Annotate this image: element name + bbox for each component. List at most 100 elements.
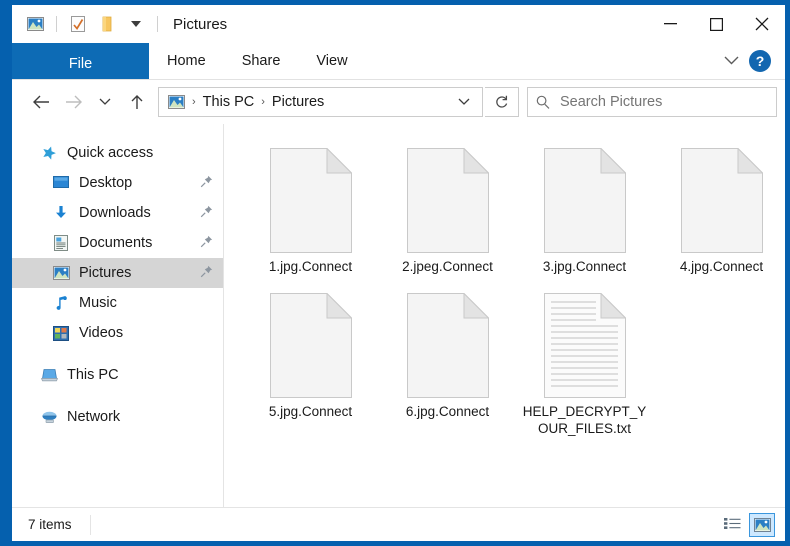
tab-view[interactable]: View (298, 43, 365, 79)
explorer-window: Pictures File Home Share View ? › This P… (0, 0, 790, 546)
file-item[interactable]: 2.jpeg.Connect (379, 138, 516, 275)
customize-dropdown-icon[interactable] (125, 13, 147, 35)
search-input[interactable] (560, 94, 768, 110)
music-icon (52, 294, 70, 312)
text-file-icon (543, 289, 626, 401)
up-button[interactable] (122, 87, 152, 117)
recent-locations-button[interactable] (90, 87, 120, 117)
sidebar-item-pictures[interactable]: Pictures (12, 258, 223, 288)
chevron-down-icon[interactable] (724, 52, 739, 70)
blank-file-icon (680, 144, 763, 256)
large-icons-view-button[interactable] (749, 512, 775, 537)
sidebar-label: This PC (67, 367, 119, 383)
file-item[interactable]: 3.jpg.Connect (516, 138, 653, 275)
documents-icon (52, 234, 70, 252)
breadcrumb-item-this-pc[interactable]: This PC (203, 94, 255, 110)
file-name: 4.jpg.Connect (679, 259, 764, 274)
blank-file-icon (406, 289, 489, 401)
blank-file-icon (269, 289, 352, 401)
desktop-icon (52, 174, 70, 192)
sidebar-item-this-pc[interactable]: This PC (12, 360, 223, 390)
sidebar-label: Desktop (79, 175, 133, 191)
sidebar-item-documents[interactable]: Documents (12, 228, 223, 258)
sidebar-label: Videos (79, 325, 124, 341)
pictures-icon[interactable] (24, 13, 46, 35)
downloads-icon (52, 204, 70, 222)
sidebar-label: Quick access (67, 145, 154, 161)
quick-access-toolbar (12, 13, 161, 35)
refresh-button[interactable] (485, 87, 519, 117)
blank-file-icon (406, 144, 489, 256)
sidebar-gap-2 (12, 390, 223, 402)
file-name: HELP_DECRYPT_YOUR_FILES.txt (522, 404, 647, 436)
title-bar: Pictures (12, 5, 785, 43)
sidebar-label: Pictures (79, 265, 132, 281)
pin-icon[interactable] (200, 265, 213, 282)
toolbar-divider-2 (157, 16, 158, 32)
file-item[interactable]: 1.jpg.Connect (242, 138, 379, 275)
star-icon (40, 144, 58, 162)
maximize-button[interactable] (693, 5, 739, 43)
network-icon (40, 408, 58, 426)
videos-icon (52, 324, 70, 342)
pin-icon[interactable] (200, 205, 213, 222)
this-pc-icon (40, 366, 58, 384)
navigation-pane: Quick access Desktop Downloads Documents… (12, 124, 224, 507)
tab-share[interactable]: Share (224, 43, 299, 79)
window-controls (647, 5, 785, 43)
properties-icon[interactable] (67, 13, 89, 35)
ribbon-tab-bar: File Home Share View ? (12, 43, 785, 79)
breadcrumb[interactable]: › This PC › Pictures (158, 87, 483, 117)
file-item[interactable]: 4.jpg.Connect (653, 138, 785, 275)
search-icon (536, 95, 550, 109)
help-button[interactable]: ? (749, 50, 771, 72)
sidebar-item-desktop[interactable]: Desktop (12, 168, 223, 198)
address-bar: › This PC › Pictures (12, 80, 785, 124)
file-name: 1.jpg.Connect (268, 259, 353, 274)
view-mode-buttons (719, 512, 775, 537)
blank-file-icon (269, 144, 352, 256)
ribbon-right-controls: ? (724, 43, 785, 79)
file-item[interactable]: HELP_DECRYPT_YOUR_FILES.txt (516, 283, 653, 437)
explorer-body: pcrisk.com Quick access (12, 124, 785, 507)
sidebar-label: Downloads (79, 205, 151, 221)
pin-icon[interactable] (200, 235, 213, 252)
forward-button[interactable] (58, 87, 88, 117)
details-view-button[interactable] (719, 513, 745, 537)
blank-file-icon (543, 144, 626, 256)
file-list-view[interactable]: 1.jpg.Connect 2.jpeg.Connect 3.jpg.Conne… (224, 124, 785, 507)
breadcrumb-folder-icon (168, 95, 185, 109)
item-count: 7 items (28, 517, 72, 532)
minimize-button[interactable] (647, 5, 693, 43)
pictures-icon (52, 264, 70, 282)
new-folder-icon[interactable] (96, 13, 118, 35)
sidebar-item-downloads[interactable]: Downloads (12, 198, 223, 228)
sidebar-item-videos[interactable]: Videos (12, 318, 223, 348)
sidebar-item-quick-access[interactable]: Quick access (12, 138, 223, 168)
pin-icon[interactable] (200, 175, 213, 192)
file-name: 6.jpg.Connect (405, 404, 490, 419)
back-button[interactable] (26, 87, 56, 117)
file-item[interactable]: 5.jpg.Connect (242, 283, 379, 437)
tab-home[interactable]: Home (149, 43, 224, 79)
window-title: Pictures (173, 15, 228, 33)
sidebar-item-music[interactable]: Music (12, 288, 223, 318)
breadcrumb-item-pictures[interactable]: Pictures (272, 94, 324, 110)
breadcrumb-separator-1[interactable]: › (185, 96, 203, 108)
breadcrumb-dropdown-icon[interactable] (452, 93, 476, 111)
file-name: 3.jpg.Connect (542, 259, 627, 274)
tab-file[interactable]: File (12, 43, 149, 79)
sidebar-label: Music (79, 295, 117, 311)
breadcrumb-separator-2[interactable]: › (254, 96, 272, 108)
toolbar-divider (56, 16, 57, 32)
file-item[interactable]: 6.jpg.Connect (379, 283, 516, 437)
window-frame: Pictures File Home Share View ? › This P… (12, 5, 785, 541)
file-name: 2.jpeg.Connect (402, 259, 493, 274)
search-box[interactable] (527, 87, 777, 117)
file-grid: 1.jpg.Connect 2.jpeg.Connect 3.jpg.Conne… (242, 138, 785, 437)
sidebar-item-network[interactable]: Network (12, 402, 223, 432)
close-button[interactable] (739, 5, 785, 43)
sidebar-label: Network (67, 409, 121, 425)
sidebar-label: Documents (79, 235, 153, 251)
status-bar: 7 items (12, 507, 785, 541)
